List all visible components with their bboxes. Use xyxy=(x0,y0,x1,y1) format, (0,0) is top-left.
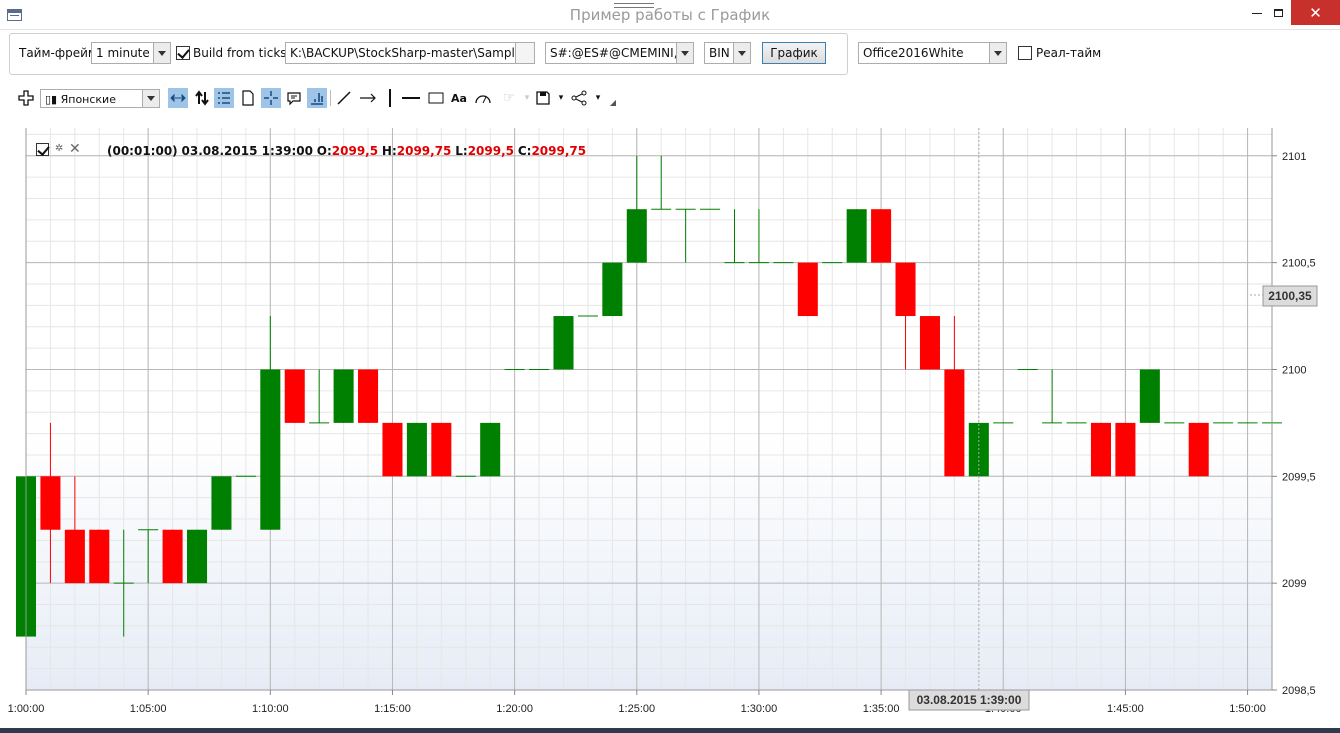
candle-body xyxy=(89,529,110,584)
y-axis: 2101 2100,5 2100 2099,5 2099 2098,5 xyxy=(1272,151,1316,697)
candle xyxy=(1139,369,1160,423)
candle-body xyxy=(284,369,305,423)
candle-body xyxy=(626,209,647,263)
candle-body xyxy=(1188,422,1209,477)
candle-body xyxy=(260,369,281,530)
candle-legend: (00:01:00) 03.08.2015 1:39:00 O: 2099,5 H… xyxy=(107,142,586,160)
legend-close-label: C: xyxy=(517,144,532,158)
candle xyxy=(480,422,501,477)
series-visible-checkbox[interactable] xyxy=(36,143,49,156)
candle xyxy=(919,316,940,370)
cursor-time-label: 03.08.2015 1:39:00 xyxy=(917,693,1022,707)
candle xyxy=(1115,422,1136,477)
candle-body xyxy=(602,262,623,317)
y-tick-label: 2100,5 xyxy=(1282,258,1316,270)
legend-low-value: 2099,5 xyxy=(467,144,514,158)
legend-timeframe: (00:01:00) xyxy=(107,144,178,158)
x-axis: 1:00:00 1:05:00 1:10:00 1:15:00 1:20:00 1:25:… xyxy=(8,690,1266,715)
taskbar-strip xyxy=(0,728,1340,733)
candle xyxy=(211,476,232,530)
legend-open-label: O: xyxy=(316,144,332,158)
candle-body xyxy=(944,369,965,477)
candle-body xyxy=(871,209,892,263)
y-tick-label: 2099 xyxy=(1282,578,1306,590)
candle-body xyxy=(797,262,818,317)
candle xyxy=(431,422,452,477)
candle xyxy=(382,422,403,477)
x-tick-label: 1:35:00 xyxy=(863,703,900,715)
candle-body xyxy=(406,422,427,477)
app-window: Пример работы с График ✕ Тайм-фрейм 1 mi… xyxy=(0,0,1340,733)
x-tick-label: 1:50:00 xyxy=(1229,703,1266,715)
candle-body xyxy=(431,422,452,477)
y-tick-label: 2099,5 xyxy=(1282,471,1316,483)
legend-close-value: 2099,75 xyxy=(531,144,587,158)
candle-body xyxy=(40,476,61,530)
candle-body xyxy=(480,422,501,477)
candle-body xyxy=(187,529,208,584)
candle xyxy=(89,529,110,584)
candle xyxy=(162,529,183,584)
candle-body xyxy=(64,529,85,584)
legend-low-label: L: xyxy=(455,144,468,158)
candlestick-chart[interactable]: 21012100,521002099,520992098,5 1:00:00 1:… xyxy=(0,0,1340,733)
candle xyxy=(846,209,867,263)
candle-body xyxy=(1090,422,1111,477)
candle xyxy=(553,316,574,370)
y-tick-label: 2098,5 xyxy=(1282,685,1316,697)
x-tick-label: 1:45:00 xyxy=(1107,703,1144,715)
candle-body xyxy=(1139,369,1160,423)
candle-body xyxy=(553,316,574,370)
candle-body xyxy=(382,422,403,477)
candle-body xyxy=(1115,422,1136,477)
x-tick-label: 1:10:00 xyxy=(252,703,289,715)
candle-body xyxy=(162,529,183,584)
x-tick-label: 1:30:00 xyxy=(741,703,778,715)
candle-body xyxy=(358,369,379,423)
candle xyxy=(187,529,208,584)
cursor-price-label: 2100,35 xyxy=(1268,289,1312,303)
candle-body xyxy=(333,369,354,423)
candle xyxy=(602,262,623,317)
legend-open-value: 2099,5 xyxy=(331,144,379,158)
candle xyxy=(1188,422,1209,477)
candle xyxy=(358,369,379,423)
gear-icon[interactable]: ✲ xyxy=(55,143,63,154)
legend-high-label: H: xyxy=(381,144,397,158)
candle xyxy=(1090,422,1111,477)
candle-body xyxy=(919,316,940,370)
x-tick-label: 1:25:00 xyxy=(618,703,655,715)
y-tick-label: 2100 xyxy=(1282,364,1306,376)
x-tick-label: 1:15:00 xyxy=(374,703,411,715)
candle xyxy=(333,369,354,423)
y-tick-label: 2101 xyxy=(1282,151,1306,163)
candle-body xyxy=(211,476,232,530)
candle xyxy=(406,422,427,477)
x-tick-label: 1:00:00 xyxy=(8,703,45,715)
legend-datetime: 03.08.2015 1:39:00 xyxy=(181,144,313,158)
candle xyxy=(284,369,305,423)
x-tick-label: 1:05:00 xyxy=(130,703,167,715)
plot-area xyxy=(26,128,1272,690)
x-tick-label: 1:20:00 xyxy=(496,703,533,715)
candle-body xyxy=(895,262,916,317)
candle-body xyxy=(846,209,867,263)
candle xyxy=(797,262,818,317)
candle xyxy=(871,209,892,263)
close-series-icon[interactable]: ✕ xyxy=(69,141,81,157)
legend-high-value: 2099,75 xyxy=(396,144,452,158)
